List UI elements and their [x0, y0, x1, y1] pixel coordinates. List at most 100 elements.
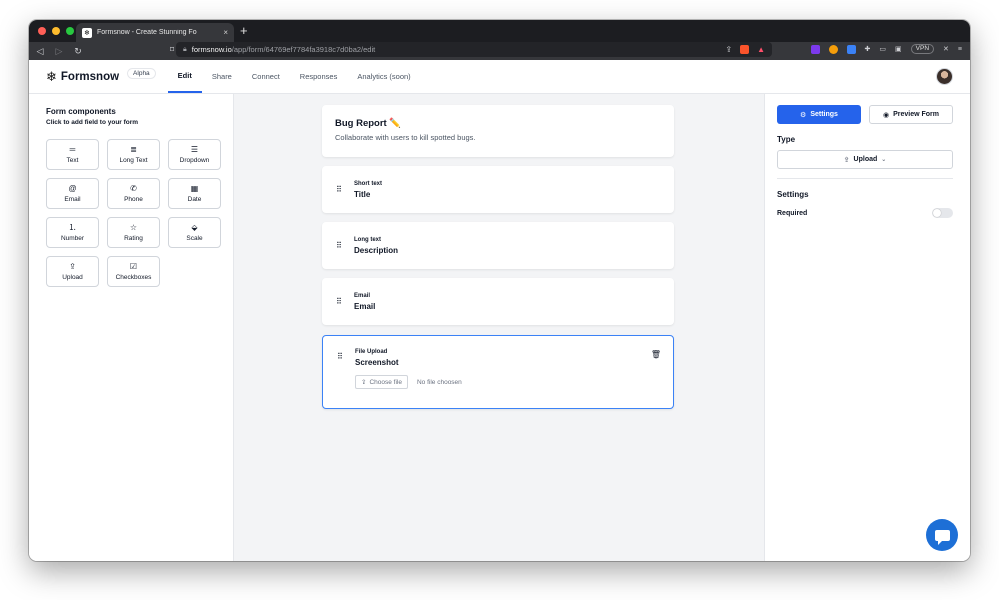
required-toggle[interactable] [932, 208, 953, 218]
panel-buttons: ⚙ Settings ◉ Preview Form [777, 105, 953, 124]
extension-blue-icon[interactable] [846, 44, 856, 54]
maximize-window-button[interactable] [66, 27, 74, 35]
field-card-screenshot[interactable]: ⠿ File Upload Screenshot ⇪ Choose file No… [322, 335, 674, 409]
extension-purple-icon[interactable] [810, 44, 820, 54]
field-type: Long text [354, 236, 381, 243]
tab-edit[interactable]: Edit [167, 60, 202, 93]
lock-icon: 🔒︎ [183, 45, 187, 53]
tab-connect[interactable]: Connect [242, 60, 290, 93]
upload-icon: ⇪ [843, 156, 850, 164]
components-subtitle: Click to add field to your form [46, 119, 139, 126]
settings-button-label: Settings [810, 111, 838, 118]
main-nav: Edit Share Connect Responses Analytics (… [167, 60, 421, 93]
choose-file-label: Choose file [369, 378, 402, 386]
close-window-button[interactable] [38, 27, 46, 35]
browser-tab[interactable]: ❄ Formsnow - Create Stunning Fo × [76, 23, 234, 42]
drag-handle-icon[interactable]: ⠿ [337, 353, 355, 361]
component-date-button[interactable]: ▦ Date [168, 178, 221, 209]
field-card-title[interactable]: ⠿ Short text Title [322, 166, 674, 213]
field-card-description[interactable]: ⠿ Long text Description [322, 222, 674, 269]
component-upload-button[interactable]: ⇪ Upload [46, 256, 99, 287]
preview-form-button[interactable]: ◉ Preview Form [869, 105, 953, 124]
form-title[interactable]: Bug Report ✏️ [335, 118, 661, 129]
user-avatar[interactable] [936, 68, 953, 85]
address-bar[interactable]: 🔒︎ formsnow.io/app/form/64769ef7784fa391… [176, 42, 772, 57]
forward-icon[interactable]: ▷ [54, 46, 64, 57]
tab-analytics[interactable]: Analytics (soon) [347, 60, 420, 93]
reload-icon[interactable]: ↻ [73, 46, 83, 57]
bookmark-icon[interactable]: ⌑ [170, 45, 174, 54]
vpn-button[interactable]: VPN [910, 44, 935, 54]
share-icon[interactable]: ⇪ [725, 45, 732, 54]
component-text-button[interactable]: ═ Text [46, 139, 99, 170]
alpha-badge: Alpha [127, 68, 156, 79]
tab-responses[interactable]: Responses [290, 60, 348, 93]
trash-icon[interactable]: 🗑︎ [651, 350, 661, 359]
drag-handle-icon[interactable]: ⠿ [336, 185, 354, 193]
formsnow-favicon-icon: ❄ [82, 27, 92, 38]
snowflake-logo-icon: ❄ [46, 68, 57, 84]
calendar-icon: ▦ [190, 184, 199, 193]
brave-shield-icon[interactable] [740, 45, 750, 54]
form-header-card[interactable]: Bug Report ✏️ Collaborate with users to … [322, 105, 674, 157]
no-file-text: No file choosen [416, 378, 462, 386]
drag-handle-icon[interactable]: ⠿ [336, 241, 354, 249]
tab-close-icon[interactable]: × [223, 28, 228, 37]
components-panel: Form components Click to add field to yo… [29, 94, 234, 561]
wallet-icon[interactable]: ▣ [895, 45, 902, 53]
extension-cookie-icon[interactable] [828, 44, 838, 54]
url-host: formsnow.io [191, 45, 232, 54]
minimize-window-button[interactable] [52, 27, 60, 35]
chat-support-button[interactable] [926, 519, 958, 551]
settings-panel: ⚙ Settings ◉ Preview Form Type ⇪ Upload ⌄ … [764, 94, 970, 561]
component-label: Phone [124, 196, 143, 203]
extensions-area: ✚ ▭ ▣ VPN ✕ ≡ [810, 44, 962, 54]
field-card-email[interactable]: ⠿ Email Email [322, 278, 674, 325]
settings-button[interactable]: ⚙ Settings [777, 105, 861, 124]
star-icon: ☆ [129, 223, 138, 232]
upload-icon: ⇪ [69, 262, 76, 271]
long-text-icon: ≣ [130, 145, 137, 154]
upload-icon: ⇪ [361, 379, 367, 386]
required-label: Required [777, 209, 808, 217]
tab-title: Formsnow - Create Stunning Fo [97, 29, 197, 36]
type-select[interactable]: ⇪ Upload ⌄ [777, 150, 953, 169]
number-list-icon: ⒈ [68, 223, 77, 232]
extensions-puzzle-icon[interactable]: ✚ [865, 45, 871, 53]
sidebar-icon[interactable]: ▭ [879, 45, 886, 53]
component-email-button[interactable]: @ Email [46, 178, 99, 209]
brave-menu-icon[interactable]: ✕ [943, 45, 949, 53]
component-label: Upload [62, 274, 83, 281]
components-grid: ═ Text ≣ Long Text ☰ Dropdown @ Email ✆ … [46, 139, 221, 287]
component-rating-button[interactable]: ☆ Rating [107, 217, 160, 248]
chevron-down-icon: ⌄ [881, 157, 887, 163]
component-label: Email [64, 196, 81, 203]
phone-icon: ✆ [130, 184, 137, 193]
component-scale-button[interactable]: ⬙ Scale [168, 217, 221, 248]
component-long-text-button[interactable]: ≣ Long Text [107, 139, 160, 170]
component-dropdown-button[interactable]: ☰ Dropdown [168, 139, 221, 170]
field-name: Screenshot [355, 358, 399, 367]
menu-icon[interactable]: ≡ [958, 46, 962, 53]
components-title: Form components [46, 107, 116, 116]
form-canvas: Bug Report ✏️ Collaborate with users to … [234, 94, 764, 561]
field-type: Short text [354, 180, 383, 187]
new-tab-button[interactable]: + [240, 23, 248, 39]
file-input-row: ⇪ Choose file No file choosen [355, 375, 462, 389]
preview-button-label: Preview Form [893, 111, 940, 118]
drag-handle-icon[interactable]: ⠿ [336, 297, 354, 305]
choose-file-button[interactable]: ⇪ Choose file [355, 375, 408, 389]
url-path: /app/form/64769ef7784fa3918c7d0ba2/edit [231, 45, 376, 54]
text-icon: ═ [69, 145, 76, 154]
component-number-button[interactable]: ⒈ Number [46, 217, 99, 248]
component-checkboxes-button[interactable]: ☑ Checkboxes [107, 256, 160, 287]
form-description[interactable]: Collaborate with users to kill spotted b… [335, 133, 661, 142]
back-icon[interactable]: ◁ [35, 46, 45, 57]
tab-share[interactable]: Share [202, 60, 242, 93]
brave-rewards-icon[interactable]: ▲ [757, 45, 765, 54]
component-label: Date [187, 196, 202, 203]
app-logo-text[interactable]: Formsnow [61, 71, 119, 83]
checkbox-icon: ☑ [129, 262, 138, 271]
component-phone-button[interactable]: ✆ Phone [107, 178, 160, 209]
scale-icon: ⬙ [191, 223, 198, 232]
